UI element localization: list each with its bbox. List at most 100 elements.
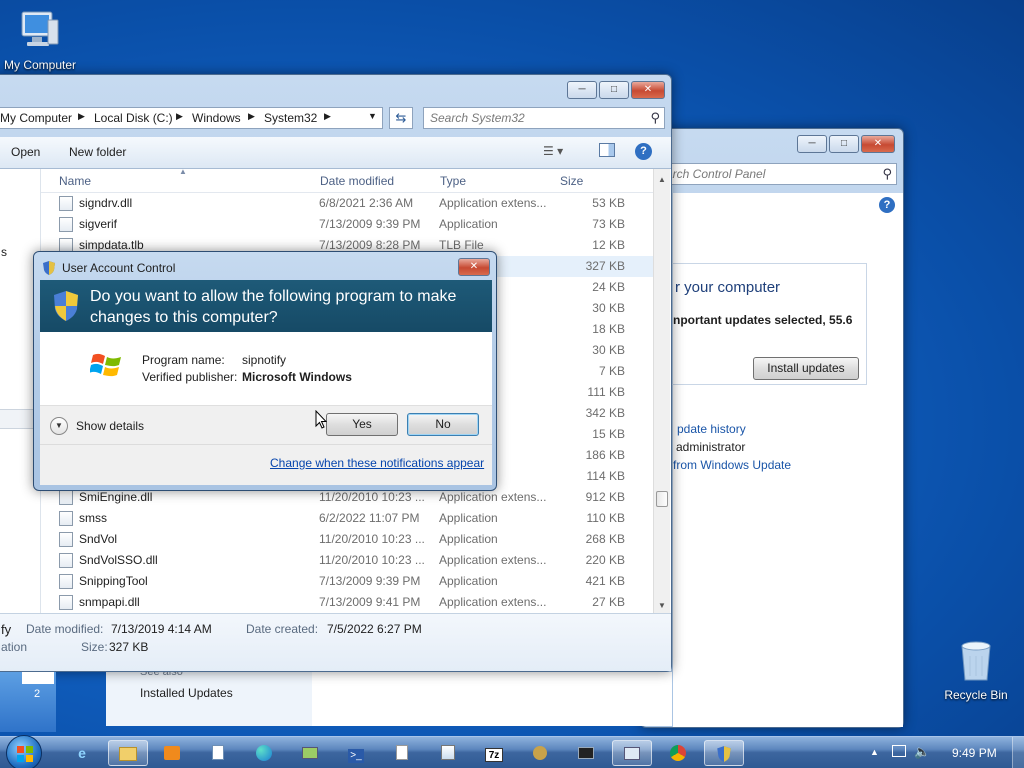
column-size[interactable]: Size	[560, 174, 583, 188]
table-row[interactable]: snmpapi.dll 7/13/2009 9:41 PM Application …	[41, 592, 657, 613]
explorer-taskbar-icon[interactable]	[108, 740, 148, 766]
file-name: SndVolSSO.dll	[79, 553, 158, 567]
column-date-modified[interactable]: Date modified	[320, 174, 394, 188]
file-date-modified: 6/8/2021 2:36 AM	[319, 196, 414, 210]
new-folder-button[interactable]: New folder	[69, 145, 126, 159]
scroll-thumb[interactable]	[656, 491, 668, 507]
explorer-minimize-button[interactable]: ─	[567, 81, 597, 99]
cp-close-button[interactable]: ✕	[861, 135, 895, 153]
table-row[interactable]: SnippingTool 7/13/2009 9:39 PM Application…	[41, 571, 657, 592]
tools-icon[interactable]	[520, 740, 560, 766]
table-row[interactable]: smss 6/2/2022 11:07 PM Application 110 KB	[41, 508, 657, 529]
file-size: 111 KB	[587, 385, 625, 399]
column-type[interactable]: Type	[440, 174, 466, 188]
table-row[interactable]: SndVolSSO.dll 11/20/2010 10:23 ... Applica…	[41, 550, 657, 571]
network-tray-icon[interactable]	[892, 745, 906, 757]
breadcrumb-local-disk[interactable]: Local Disk (C:)	[94, 111, 173, 125]
file-size: 30 KB	[592, 301, 625, 315]
thumbnail-white	[22, 672, 54, 684]
seven-zip-icon[interactable]: 7z	[474, 740, 514, 766]
table-row[interactable]: sigverif 7/13/2009 9:39 PM Application 73 K…	[41, 214, 657, 235]
chevron-right-icon: ▶	[78, 111, 85, 121]
details-name-fragment: fy	[1, 622, 12, 637]
uac-body: Program name: sipnotify Verified publish…	[40, 332, 492, 405]
internet-explorer-icon[interactable]: e	[62, 740, 102, 766]
volume-icon[interactable]: 🔈	[914, 744, 930, 760]
uac-dialog: User Account Control ✕ Do you want to al…	[33, 251, 497, 491]
search-placeholder: Search System32	[430, 111, 525, 125]
view-options-icon[interactable]: ☰ ▾	[543, 144, 563, 158]
uac-close-button[interactable]: ✕	[458, 258, 490, 276]
clock[interactable]: 9:49 PM	[952, 746, 997, 760]
size-value: 327 KB	[109, 640, 149, 654]
chrome-icon[interactable]	[658, 740, 698, 766]
address-dropdown-icon[interactable]: ▼	[368, 111, 377, 121]
sort-up-icon: ▲	[179, 167, 187, 176]
refresh-button[interactable]: ⇆	[389, 107, 413, 129]
file-type: Application	[439, 574, 498, 588]
size-label: Size:	[81, 640, 108, 654]
file-size: 53 KB	[592, 196, 625, 210]
file-type: Application extens...	[439, 553, 547, 567]
breadcrumb-windows[interactable]: Windows	[192, 111, 241, 125]
explorer-close-button[interactable]: ✕	[631, 81, 665, 99]
search-system32-input[interactable]: Search System32 ⚲	[423, 107, 665, 129]
network-icon[interactable]	[290, 740, 330, 766]
table-row[interactable]: SndVol 11/20/2010 10:23 ... Application 268…	[41, 529, 657, 550]
file-list-scrollbar[interactable]: ▲ ▼	[653, 169, 670, 613]
notepad-icon[interactable]	[198, 740, 238, 766]
preview-pane-icon[interactable]	[599, 143, 615, 157]
app-icon[interactable]	[382, 740, 422, 766]
show-desktop-button[interactable]	[1012, 737, 1024, 768]
file-size: 421 KB	[585, 574, 625, 588]
file-icon	[59, 217, 73, 232]
column-name[interactable]: Name	[59, 174, 91, 188]
control-panel-taskbar-icon[interactable]	[612, 740, 652, 766]
help-icon[interactable]: ?	[879, 197, 895, 213]
windows-logo-icon	[89, 350, 122, 380]
file-size: 7 KB	[598, 364, 625, 378]
chevron-right-icon: ▶	[324, 111, 331, 121]
table-row[interactable]: signdrv.dll 6/8/2021 2:36 AM Application e…	[41, 193, 657, 214]
page-number: 2	[34, 688, 41, 700]
powershell-icon[interactable]: >_	[336, 740, 376, 766]
file-icon	[59, 490, 73, 505]
show-hidden-icons-icon[interactable]: ▲	[870, 747, 879, 757]
breadcrumb-system32[interactable]: System32	[264, 111, 317, 125]
show-details-toggle[interactable]: ▼ Show details	[50, 416, 160, 436]
edge-icon[interactable]	[244, 740, 284, 766]
my-computer-label: My Computer	[3, 58, 77, 72]
cp-maximize-button[interactable]: □	[829, 135, 859, 153]
date-modified-value: 7/13/2019 4:14 AM	[111, 622, 212, 636]
uac-taskbar-icon[interactable]	[704, 740, 744, 766]
update-history-link[interactable]: pdate history	[677, 422, 746, 436]
file-type: Application	[439, 532, 498, 546]
file-type: Application extens...	[439, 595, 547, 609]
scroll-down-arrow[interactable]: ▼	[658, 601, 666, 610]
scroll-up-arrow[interactable]: ▲	[658, 175, 666, 184]
yes-button[interactable]: Yes	[326, 413, 398, 436]
installed-updates-link[interactable]: Installed Updates	[140, 686, 233, 700]
date-modified-label: Date modified:	[26, 622, 104, 636]
install-updates-button[interactable]: Install updates	[753, 357, 859, 380]
recycle-bin-desktop-icon[interactable]: Recycle Bin	[940, 636, 1012, 706]
cp-search-input[interactable]: arch Control Panel ⚲	[661, 163, 897, 185]
file-size: 15 KB	[592, 427, 625, 441]
address-bar[interactable]: My Computer ▶ Local Disk (C:) ▶ Windows …	[0, 107, 383, 129]
paint-icon[interactable]	[428, 740, 468, 766]
file-name: signdrv.dll	[79, 196, 133, 210]
breadcrumb-my-computer[interactable]: My Computer	[0, 111, 72, 125]
cp-minimize-button[interactable]: ─	[797, 135, 827, 153]
windows-update-link[interactable]: from Windows Update	[673, 458, 791, 472]
no-button[interactable]: No	[407, 413, 479, 436]
thumbnail-fragment: 2	[0, 672, 56, 732]
my-computer-desktop-icon[interactable]: My Computer	[0, 6, 80, 74]
start-button[interactable]	[6, 735, 42, 768]
help-icon[interactable]: ?	[635, 143, 652, 160]
open-button[interactable]: Open	[11, 145, 40, 159]
terminal-icon[interactable]	[566, 740, 606, 766]
change-notifications-link[interactable]: Change when these notifications appear	[270, 456, 484, 470]
explorer-maximize-button[interactable]: □	[599, 81, 629, 99]
file-name: SmiEngine.dll	[79, 490, 153, 504]
media-player-icon[interactable]	[152, 740, 192, 766]
